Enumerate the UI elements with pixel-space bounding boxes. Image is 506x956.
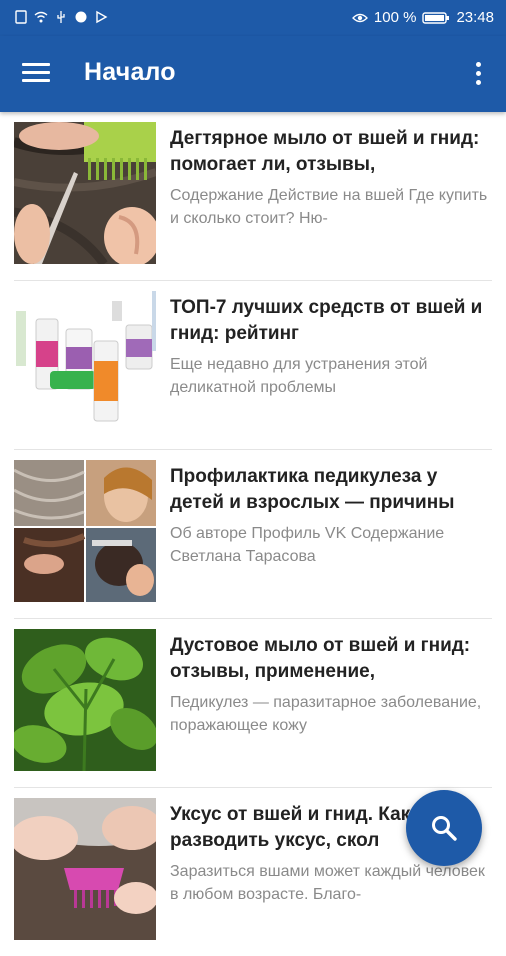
status-icons-right: 100 % 23:48 [351,9,494,26]
article-text: ТОП-7 лучших средств от вшей и гнид: рей… [170,295,492,399]
article-text: Дустовое мыло от вшей и гнид: отзывы, пр… [170,633,492,737]
usb-icon [57,11,65,23]
battery-icon [422,11,450,24]
article-headline[interactable]: Профилактика педикулеза у детей и взросл… [170,464,492,516]
status-icons-left [14,10,108,24]
article-thumbnail-plant [14,629,156,771]
article-excerpt: Еще недавно для устранения этой деликатн… [170,356,428,396]
app-bar: Начало [0,36,506,112]
shield-icon [75,11,87,23]
more-vert-icon[interactable] [468,58,488,90]
clock: 23:48 [456,9,494,26]
article-headline[interactable]: Дегтярное мыло от вшей и гнид: помогает … [170,126,492,178]
article-text: Профилактика педикулеза у детей и взросл… [170,464,492,568]
article-thumbnail-pink-comb [14,798,156,940]
article-excerpt: Педикулез — паразитарное заболевание, по… [170,694,482,734]
article-headline[interactable]: Дустовое мыло от вшей и гнид: отзывы, пр… [170,633,492,685]
sim-icon [15,10,27,24]
search-button[interactable] [406,790,482,866]
status-bar: 100 % 23:48 [0,0,506,36]
article-item[interactable]: Профилактика педикулеза у детей и взросл… [14,450,492,619]
article-item[interactable]: Дустовое мыло от вшей и гнид: отзывы, пр… [14,619,492,788]
article-item[interactable]: Дегтярное мыло от вшей и гнид: помогает … [14,112,492,281]
article-excerpt: Содержание Действие на вшей Где купить и… [170,187,488,227]
article-headline[interactable]: ТОП-7 лучших средств от вшей и гнид: рей… [170,295,492,347]
article-thumbnail-collage [14,460,156,602]
play-icon [96,10,108,24]
search-icon [432,816,457,841]
article-thumbnail-hair-comb [14,122,156,264]
page-title: Начало [84,58,176,86]
article-excerpt: Об авторе Профиль VK Содержание Светлана… [170,525,445,565]
article-text: Дегтярное мыло от вшей и гнид: помогает … [170,126,492,230]
article-item[interactable]: ТОП-7 лучших средств от вшей и гнид: рей… [14,281,492,450]
wifi-icon [34,11,48,23]
article-thumbnail-products [14,291,156,433]
eye-icon [351,13,368,22]
battery-percent: 100 % [373,9,417,26]
hamburger-menu-icon[interactable] [18,58,54,90]
article-excerpt: Заразиться вшами может каждый человек в … [170,863,485,903]
